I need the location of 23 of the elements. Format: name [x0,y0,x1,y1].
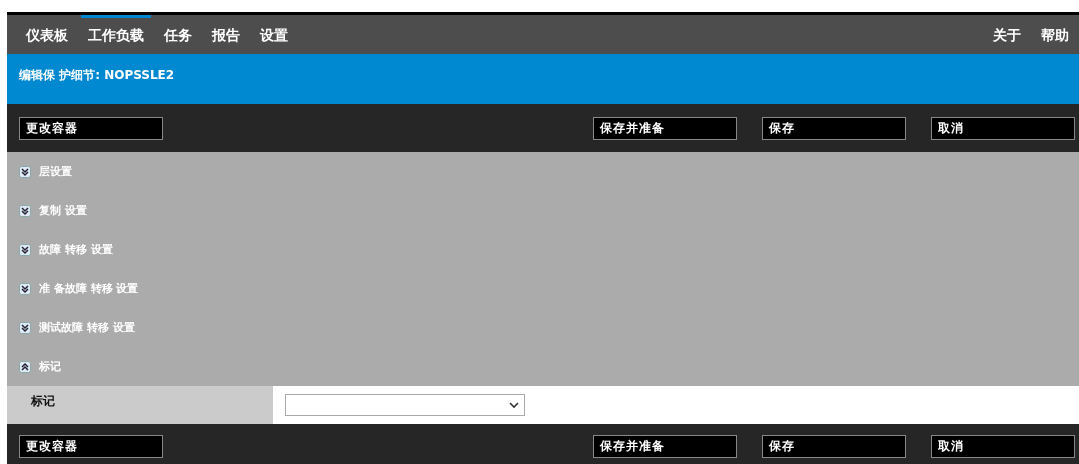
field-label: 标记 [31,392,55,410]
action-button[interactable]: 保存 [762,116,906,140]
page-title: 编辑保 护细节: NOPSSLE2 [19,68,175,82]
expand-icon[interactable] [19,282,31,295]
action-button[interactable]: 保存并准备 [593,434,737,458]
action-button[interactable]: 更改容器 [19,434,163,458]
nav-tab[interactable]: 任务 [157,15,199,54]
action-button[interactable]: 保存 [762,434,906,458]
nav-tab[interactable]: 设置 [253,15,295,54]
nav-link[interactable]: 关于 [983,15,1031,54]
action-button[interactable]: 取消 [931,434,1075,458]
action-button[interactable]: 取消 [931,116,1075,140]
collapse-icon[interactable] [19,360,31,373]
nav-tab[interactable]: 仪表板 [19,15,75,54]
expand-icon[interactable] [19,243,31,256]
action-button[interactable]: 保存并准备 [593,116,737,140]
expand-icon[interactable] [19,165,31,178]
expand-icon[interactable] [19,321,31,334]
action-button[interactable]: 更改容器 [19,116,163,140]
nav-tab[interactable]: 报告 [205,15,247,54]
expand-icon[interactable] [19,204,31,217]
chevron-down-icon [509,401,519,409]
nav-link[interactable]: 帮助 [1031,15,1079,54]
